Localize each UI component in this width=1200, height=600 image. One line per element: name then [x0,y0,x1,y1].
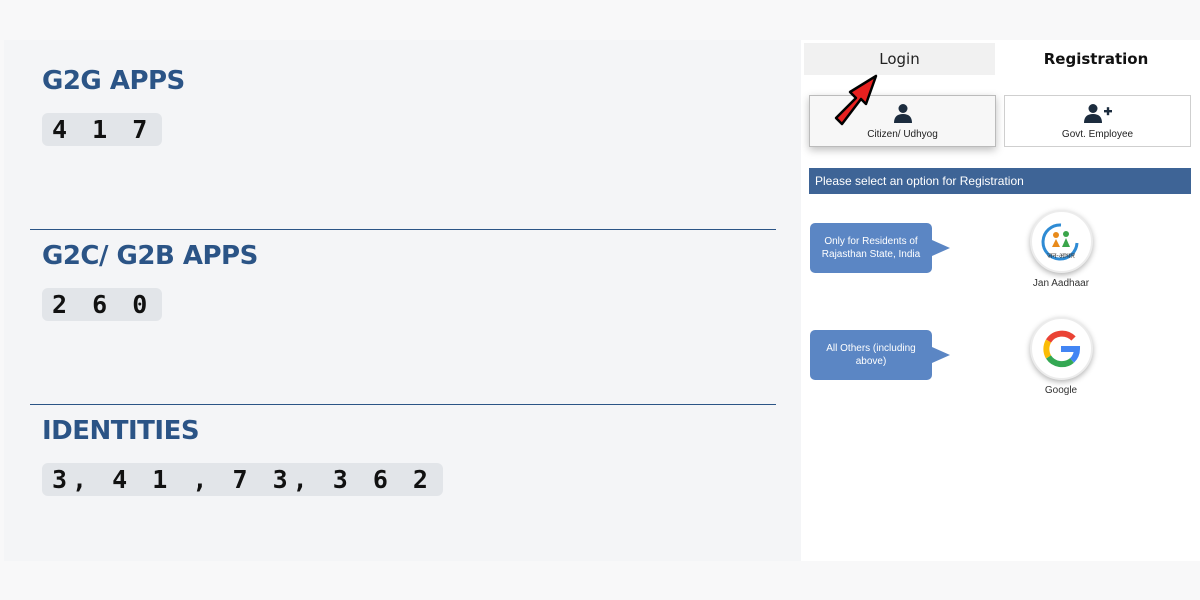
identities-counter: 3, 4 1 , 7 3, 3 6 2 [42,463,443,496]
google-logo-icon [1043,330,1081,367]
jan-aadhaar-logo-text: जन-आधार [1047,252,1075,260]
user-icon [893,103,913,126]
jan-aadhaar-label: Jan Aadhaar [1032,278,1090,289]
jan-aadhaar-logo-icon: जन-आधार [1041,222,1079,260]
identities-title: IDENTITIES [42,416,200,446]
red-arrow-icon [834,74,878,126]
residents-note-bubble: Only for Residents of Rajasthan State, I… [810,223,950,273]
g2g-apps-counter: 4 1 7 [42,113,163,146]
user-plus-icon [1083,103,1112,126]
govt-employee-button[interactable]: Govt. Employee [1004,95,1191,147]
govt-employee-label: Govt. Employee [1061,128,1134,140]
google-option[interactable]: Google [1011,317,1111,396]
google-label: Google [1044,385,1078,396]
all-others-note-text: All Others (including above) [826,343,916,367]
google-logo-circle[interactable] [1029,317,1093,380]
divider [30,229,776,230]
residents-note-text: Only for Residents of Rajasthan State, I… [821,236,921,260]
g2g-apps-title: G2G APPS [42,66,185,96]
g2c-g2b-apps-counter: 2 6 0 [42,288,163,321]
stats-panel: G2G APPS 4 1 7 G2C/ G2B APPS 2 6 0 IDENT… [4,40,801,561]
all-others-note-bubble: All Others (including above) [810,330,950,380]
tab-registration[interactable]: Registration [1001,43,1191,75]
g2c-g2b-apps-title: G2C/ G2B APPS [42,241,258,271]
citizen-udhyog-label: Citizen/ Udhyog [867,128,938,140]
registration-prompt-bar: Please select an option for Registration [809,168,1191,194]
divider [30,404,776,405]
jan-aadhaar-logo-circle[interactable]: जन-आधार [1029,210,1093,273]
jan-aadhaar-option[interactable]: जन-आधार Jan Aadhaar [1011,210,1111,289]
